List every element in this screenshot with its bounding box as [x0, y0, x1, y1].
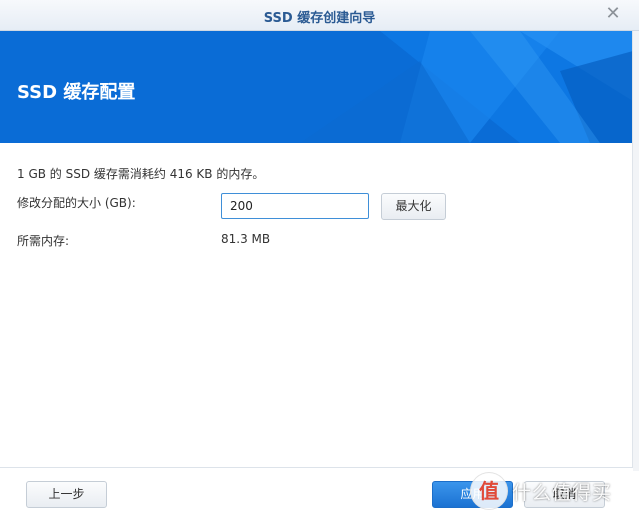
- page-title: SSD 缓存配置: [17, 82, 136, 103]
- watermark-text: 什么值得买: [512, 482, 613, 504]
- watermark: 值 什么值得买: [470, 470, 635, 510]
- previous-button[interactable]: 上一步: [26, 481, 107, 508]
- window-title: SSD 缓存创建向导: [263, 11, 376, 26]
- scroll-track: [632, 31, 639, 471]
- memory-value: 81.3 MB: [221, 232, 271, 246]
- size-label: 修改分配的大小 (GB):: [17, 196, 136, 210]
- title-bar: SSD 缓存创建向导 ✕: [0, 0, 639, 31]
- close-icon[interactable]: ✕: [605, 5, 621, 23]
- watermark-badge: 值: [470, 472, 508, 510]
- header-banner: SSD 缓存配置: [0, 31, 633, 143]
- maximize-button[interactable]: 最大化: [381, 193, 446, 220]
- memory-label: 所需内存:: [17, 234, 70, 248]
- size-input[interactable]: [221, 193, 369, 219]
- info-text: 1 GB 的 SSD 缓存需消耗约 416 KB 的内存。: [17, 167, 265, 181]
